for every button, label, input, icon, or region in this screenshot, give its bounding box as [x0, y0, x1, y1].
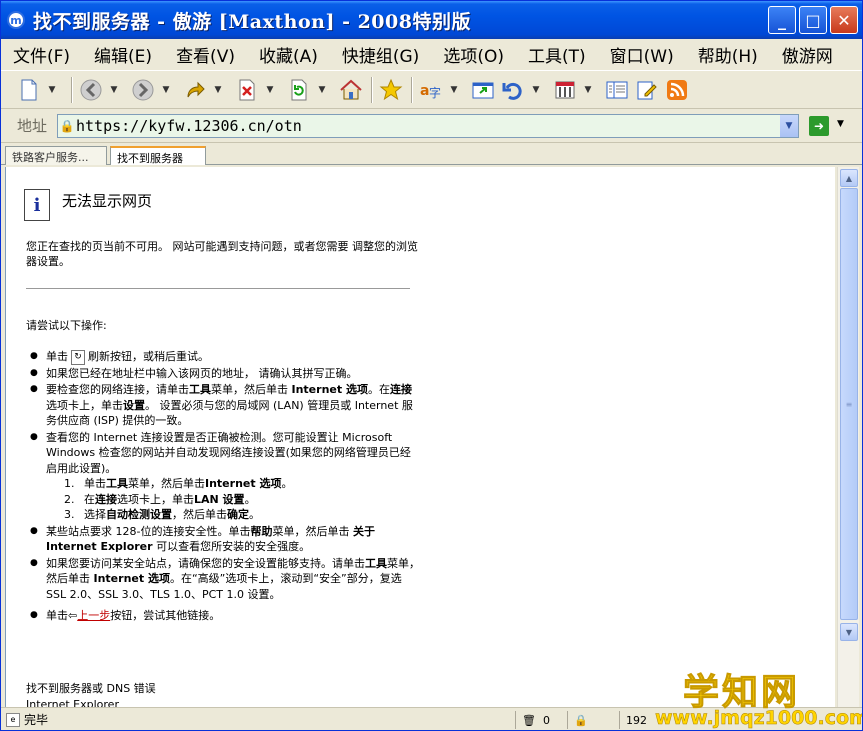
menu-view[interactable]: 查看(V) [164, 42, 247, 67]
edit-icon[interactable] [633, 76, 661, 104]
list-item: 要检查您的网络连接，请单击工具菜单，然后单击 Internet 选项。在连接选项… [30, 382, 420, 429]
list-item: 单击↻刷新按钮，或稍后重试。 [30, 349, 420, 365]
toolbar: ▼ ▼ ▼ ▼ ▼ ▼ a字 ▼ ▼ ▼ [1, 71, 862, 109]
troubleshooting-list: 单击↻刷新按钮，或稍后重试。 如果您已经在地址栏中输入该网页的地址， 请确认其拼… [30, 349, 420, 625]
list-item: 查看您的 Internet 连接设置是否正确被检测。您可能设置让 Microso… [30, 430, 420, 523]
chevron-down-icon[interactable]: ▼ [315, 85, 329, 95]
chevron-down-icon[interactable]: ▼ [107, 85, 121, 95]
list-item: 如果您已经在地址栏中输入该网页的地址， 请确认其拼写正确。 [30, 366, 420, 382]
tab-bar: 铁路客户服务... 找不到服务器 [1, 143, 862, 165]
toolbar-separator [371, 76, 373, 103]
trash-icon: 🗑 [522, 713, 536, 727]
status-security-panel[interactable]: 🔒 [567, 711, 617, 729]
address-field[interactable]: 🔒 ▼ [57, 114, 799, 138]
home-icon[interactable] [337, 76, 365, 104]
divider [26, 288, 410, 289]
menu-bar: 文件(F) 编辑(E) 查看(V) 收藏(A) 快捷组(G) 选项(O) 工具(… [1, 39, 862, 71]
menu-options[interactable]: 选项(O) [431, 42, 516, 67]
back-icon[interactable] [77, 76, 105, 104]
chevron-down-icon[interactable]: ▼ [529, 85, 543, 95]
info-page-icon: i [24, 189, 50, 221]
translate-icon[interactable]: a字 [417, 76, 445, 104]
minimize-button[interactable]: _ [768, 6, 796, 34]
status-counter-panel[interactable]: 🗑 0 [515, 711, 567, 729]
svg-text:字: 字 [429, 85, 441, 100]
toolbar-separator [411, 76, 413, 103]
error-code-text: 找不到服务器或 DNS 错误 [26, 682, 156, 695]
page-content: i 无法显示网页 您正在查找的页当前不可用。 网站可能遇到支持问题，或者您需要 … [5, 167, 835, 707]
scroll-thumb[interactable]: ≡ [840, 188, 858, 620]
back-link[interactable]: 上一步 [77, 609, 110, 622]
try-steps-label: 请尝试以下操作: [26, 319, 107, 332]
refresh-icon[interactable]: ↻ [71, 349, 85, 365]
status-extra-panel: 192 [619, 711, 659, 729]
list-item: 单击⇦上一步按钮，尝试其他链接。 [30, 608, 420, 624]
chevron-down-icon[interactable]: ▼ [447, 85, 461, 95]
lock-icon: 🔒 [59, 119, 75, 133]
menu-file[interactable]: 文件(F) [1, 42, 82, 67]
browser-name-text: Internet Explorer [26, 698, 119, 707]
address-dropdown-chevron-icon[interactable]: ▼ [780, 115, 798, 137]
window-title: 找不到服务器 - 傲游 [Maxthon] - 2008特别版 [33, 10, 471, 33]
sub-list-item: 3. 选择自动检测设置，然后单击确定。 [64, 508, 260, 521]
tab-railway-service[interactable]: 铁路客户服务... [5, 146, 107, 165]
sub-list-item: 2. 在连接选项卡上，单击LAN 设置。 [64, 492, 256, 506]
page-title: 无法显示网页 [62, 192, 153, 210]
chevron-down-icon[interactable]: ▼ [581, 85, 595, 95]
sub-steps-list: 1. 单击工具菜单，然后单击Internet 选项。 2. 在连接选项卡上，单击LA… [46, 476, 420, 523]
stop-icon[interactable] [233, 76, 261, 104]
window-controls: _ □ ✕ [768, 6, 858, 34]
list-item: 某些站点要求 128-位的连接安全性。单击帮助菜单，然后单击 关于 Intern… [30, 524, 420, 555]
chevron-down-icon[interactable]: ▼ [263, 85, 277, 95]
new-page-icon[interactable] [15, 76, 43, 104]
title-bar[interactable]: m 找不到服务器 - 傲游 [Maxthon] - 2008特别版 _ □ ✕ [1, 1, 862, 39]
refresh-icon[interactable] [285, 76, 313, 104]
lock-icon: 🔒 [574, 713, 588, 727]
menu-help[interactable]: 帮助(H) [686, 42, 770, 67]
back-arrow-icon: ⇦ [68, 609, 78, 622]
browser-window: m 找不到服务器 - 傲游 [Maxthon] - 2008特别版 _ □ ✕ … [0, 0, 863, 731]
maxthon-logo-icon: m [7, 11, 25, 29]
menu-tools[interactable]: 工具(T) [516, 42, 598, 67]
menu-window[interactable]: 窗口(W) [598, 42, 686, 67]
go-arrow-icon[interactable]: ➜ [809, 116, 829, 136]
menu-favorites[interactable]: 收藏(A) [247, 42, 330, 67]
close-button[interactable]: ✕ [830, 6, 858, 34]
sub-list-item: 1. 单击工具菜单，然后单击Internet 选项。 [64, 477, 293, 490]
menu-groups[interactable]: 快捷组(G) [330, 42, 431, 67]
scroll-up-icon[interactable]: ▲ [840, 169, 858, 187]
menu-edit[interactable]: 编辑(E) [82, 42, 164, 67]
vertical-scrollbar[interactable]: ▲ ≡ ▼ [837, 167, 859, 707]
page-status-icon: e [6, 712, 20, 727]
url-input[interactable] [76, 117, 766, 135]
chevron-down-icon[interactable]: ▼ [211, 85, 225, 95]
chevron-down-icon[interactable]: ▼ [159, 85, 173, 95]
sidebar-icon[interactable] [603, 76, 631, 104]
error-description: 您正在查找的页当前不可用。 网站可能遇到支持问题，或者您需要 调整您的浏览器设置… [26, 240, 418, 268]
window-icon[interactable] [469, 76, 497, 104]
favorites-star-icon[interactable] [377, 76, 405, 104]
address-label: 地址 [17, 117, 48, 135]
scroll-down-icon[interactable]: ▼ [840, 623, 858, 641]
tools-icon[interactable] [551, 76, 579, 104]
tab-server-not-found[interactable]: 找不到服务器 [110, 146, 206, 165]
undo-icon[interactable] [499, 76, 527, 104]
chevron-down-icon[interactable]: ▼ [837, 119, 844, 129]
status-text: 完毕 [24, 713, 49, 727]
menu-maxthon-site[interactable]: 傲游网 [770, 42, 845, 67]
toolbar-separator [71, 76, 73, 103]
maximize-button[interactable]: □ [799, 6, 827, 34]
chevron-down-icon[interactable]: ▼ [45, 85, 59, 95]
rss-icon[interactable] [663, 76, 691, 104]
list-item: 如果您要访问某安全站点，请确保您的安全设置能够支持。请单击工具菜单，然后单击 I… [30, 556, 420, 603]
up-icon[interactable] [181, 76, 209, 104]
address-bar: 地址 🔒 ▼ ➜ ▼ [1, 109, 862, 143]
forward-icon[interactable] [129, 76, 157, 104]
status-bar: e 完毕 🗑 0 🔒 192 [1, 707, 862, 730]
